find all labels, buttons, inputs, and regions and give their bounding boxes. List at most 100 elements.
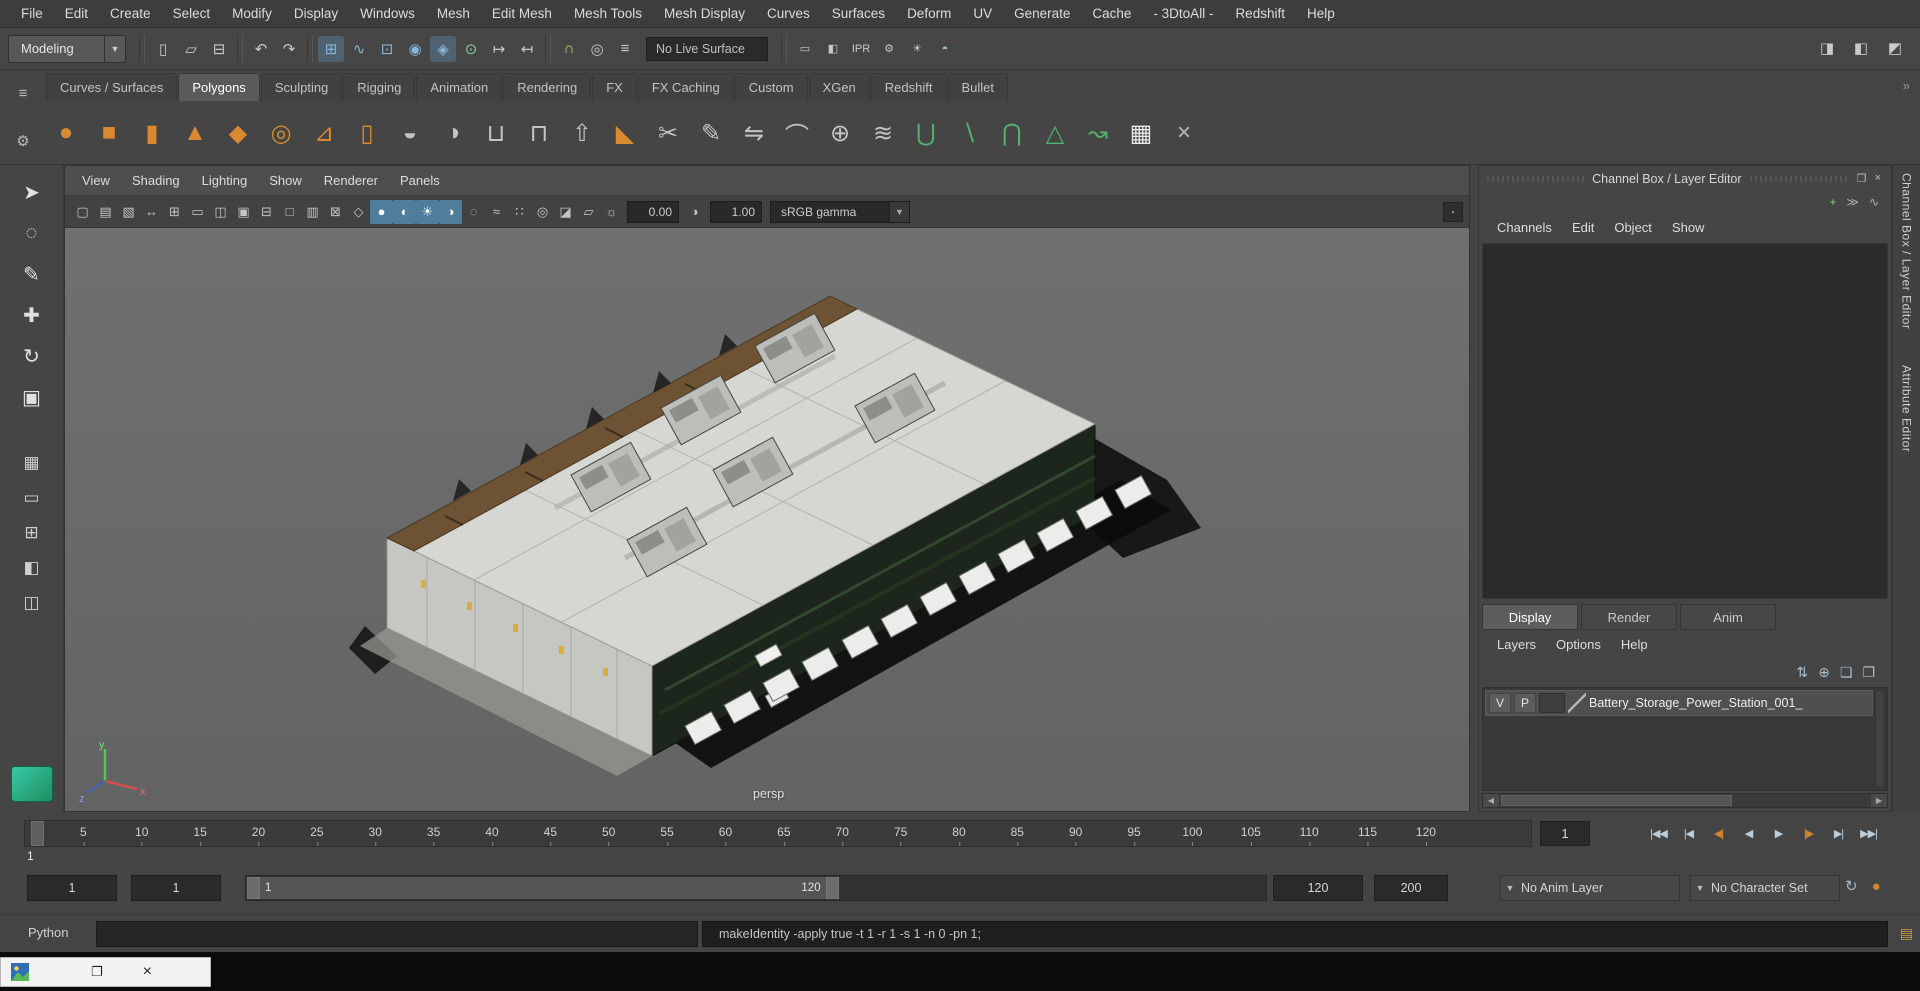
channel-manipulator-icon[interactable]: + [1829,195,1836,209]
2d-pan-zoom-icon[interactable]: ↔ [140,200,163,224]
ipr-render-icon[interactable]: IPR [848,36,874,62]
channels-menu[interactable]: Channels [1487,220,1562,235]
highlight-selection-icon[interactable]: ◎ [584,36,610,62]
panel-menu-view[interactable]: View [71,173,121,188]
shelf-tab-rigging[interactable]: Rigging [343,73,416,101]
boolean-intersection-icon[interactable]: ⋂ [992,113,1032,153]
shelf-tab-fx[interactable]: FX [592,73,637,101]
layer-visibility-toggle[interactable]: V [1489,693,1511,713]
open-scene-icon[interactable]: ▱ [178,36,204,62]
channel-hyperbolic-icon[interactable]: ∿ [1869,195,1879,209]
layer-type-icon[interactable] [1568,693,1586,713]
menu-edit[interactable]: Edit [54,0,99,27]
shelf-tab-rendering[interactable]: Rendering [503,73,592,101]
menu-windows[interactable]: Windows [349,0,426,27]
create-empty-layer-icon[interactable]: ❏ [1840,664,1853,681]
separate-icon[interactable]: ⊓ [519,113,559,153]
anim-preferences-icon[interactable]: ↻ [1845,877,1858,895]
poly-pipe-icon[interactable]: ▯ [347,113,387,153]
tab-attribute-editor[interactable]: Attribute Editor [1900,365,1914,452]
tab-channel-box-layer-editor[interactable]: Channel Box / Layer Editor [1900,173,1914,329]
multisample-icon[interactable]: ∷ [508,200,531,224]
step-forward-key-button[interactable]: |▶ [1796,820,1821,847]
depth-of-field-icon[interactable]: ◎ [531,200,554,224]
app-thumbnail-icon[interactable] [11,963,29,981]
window-chip[interactable]: ❐ × [0,957,211,987]
scroll-right-icon[interactable]: ▶ [1871,794,1887,807]
rotate-tool-button[interactable]: ↻ [13,337,51,375]
image-plane-icon[interactable]: ▧ [117,200,140,224]
multi-cut-icon[interactable]: ✂ [648,113,688,153]
motion-blur-icon[interactable]: ≈ [485,200,508,224]
poly-cylinder-icon[interactable]: ▮ [132,113,172,153]
menu-3dtoall[interactable]: - 3DtoAll - [1142,0,1224,27]
smooth-shade-icon[interactable]: ● [370,199,393,224]
menu-display[interactable]: Display [283,0,349,27]
checker-swatch-icon[interactable]: ▦ [15,450,49,476]
animation-end-field[interactable]: 200 [1374,875,1448,901]
make-live-icon[interactable]: ⊙ [458,36,484,62]
camera-attributes-icon[interactable]: ▢ [71,200,94,224]
live-surface-field[interactable]: No Live Surface [646,36,768,61]
snap-to-projected-center-icon[interactable]: ◉ [402,36,428,62]
channel-speed-icon[interactable]: ≫ [1846,195,1859,209]
shelf-tab-curves-surfaces[interactable]: Curves / Surfaces [46,73,178,101]
frame-all-icon[interactable]: ⊠ [324,200,347,224]
panel-menu-renderer[interactable]: Renderer [313,173,389,188]
snap-to-grids-icon[interactable]: ⊞ [318,35,344,62]
menu-surfaces[interactable]: Surfaces [821,0,896,27]
anim-layer-dropdown[interactable]: ▼ No Anim Layer [1500,875,1680,901]
bookmarks-icon[interactable]: ▤ [94,200,117,224]
panel-menu-shading[interactable]: Shading [121,173,191,188]
exposure-field[interactable]: 0.00 [627,200,679,223]
step-forward-frame-button[interactable]: ▶| [1826,820,1851,847]
film-gate-icon[interactable]: ▭ [186,200,209,224]
scroll-left-icon[interactable]: ◀ [1483,794,1499,807]
poly-plane-icon[interactable]: ◆ [218,113,258,153]
restore-window-icon[interactable]: ❐ [91,964,103,980]
save-scene-icon[interactable]: ⊟ [206,36,232,62]
grid-icon[interactable]: ⊞ [163,200,186,224]
layer-row[interactable]: V P Battery_Storage_Power_Station_001_ [1485,690,1873,716]
shelf-overflow-icon[interactable]: » [1903,78,1910,93]
isolate-select-icon[interactable]: ◪ [554,200,577,224]
poly-cone-icon[interactable]: ▲ [175,113,215,153]
construction-history-icon[interactable]: ≡ [612,36,638,62]
mirror-icon[interactable]: ⇋ [734,113,774,153]
layer-tab-anim[interactable]: Anim [1680,604,1776,630]
panel-menu-show[interactable]: Show [258,173,313,188]
menu-deform[interactable]: Deform [896,0,962,27]
sculpt-curve-icon[interactable]: ↝ [1078,113,1118,153]
safe-title-icon[interactable]: ▥ [301,200,324,224]
range-slider[interactable]: 1 120 [247,877,839,899]
layer-horizontal-scrollbar[interactable]: ◀ ▶ [1482,793,1888,808]
poly-torus-icon[interactable]: ◎ [261,113,301,153]
toggle-attribute-editor-icon[interactable]: ◨ [1814,35,1840,61]
menu-mesh-display[interactable]: Mesh Display [653,0,756,27]
single-pane-layout-button[interactable]: ▭ [15,485,49,511]
character-set-dropdown[interactable]: ▼ No Character Set [1690,875,1840,901]
menu-cache[interactable]: Cache [1081,0,1142,27]
playhead[interactable] [31,821,44,846]
snap-to-curves-icon[interactable]: ∿ [346,36,372,62]
cb-object-menu[interactable]: Object [1604,220,1662,235]
layer-list[interactable]: V P Battery_Storage_Power_Station_001_ [1482,687,1888,791]
shelf-tab-fx-caching[interactable]: FX Caching [637,73,734,101]
gamma-field[interactable]: 1.00 [710,200,762,223]
cb-edit-menu[interactable]: Edit [1562,220,1604,235]
drag-grip[interactable] [1487,175,1585,182]
snap-to-points-icon[interactable]: ⊡ [374,36,400,62]
shelf-gear-icon[interactable]: ⚙ [16,132,29,150]
redo-icon[interactable]: ↷ [276,36,302,62]
layer-tab-render[interactable]: Render [1581,604,1677,630]
scroll-thumb[interactable] [1501,795,1732,806]
layer-options-menu[interactable]: Options [1546,637,1611,652]
command-language-label[interactable]: Python [28,925,68,940]
new-scene-icon[interactable]: ▯ [150,36,176,62]
command-input[interactable] [96,921,698,947]
battery-storage-model[interactable] [65,228,1469,811]
menu-file[interactable]: File [10,0,54,27]
sync-layers-icon[interactable]: ⇅ [1796,664,1808,681]
render-settings-icon[interactable]: ⚙ [876,36,902,62]
view-transform-dropdown[interactable]: sRGB gamma ▼ [770,200,910,223]
